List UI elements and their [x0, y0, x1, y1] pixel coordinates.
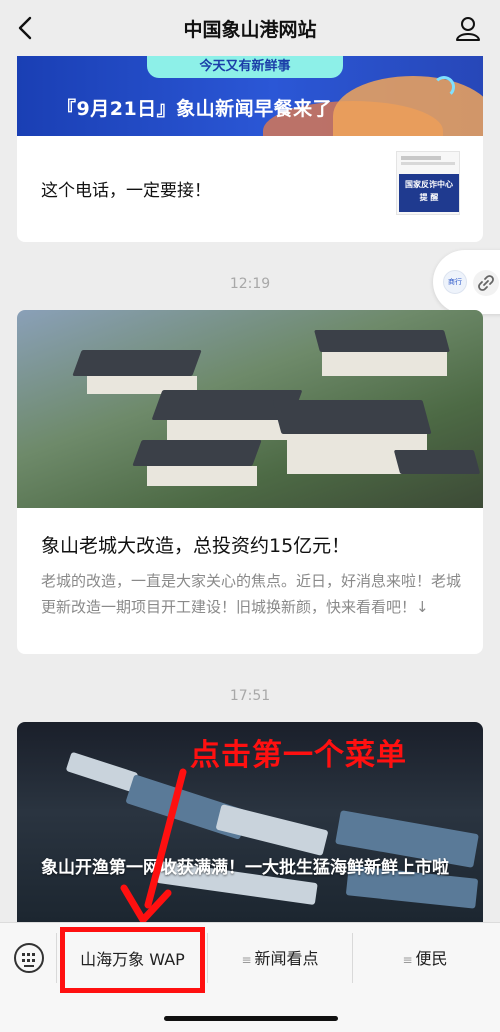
timestamp: 12:19 [229, 276, 271, 292]
home-indicator [164, 1016, 338, 1021]
floating-link-widget[interactable]: 商行 [433, 250, 500, 314]
anti-fraud-badge: 国家反诈中心 提 醒 [399, 174, 459, 212]
submenu-icon: ≡ [402, 953, 413, 967]
article-thumbnail[interactable]: 国家反诈中心 提 醒 [396, 151, 460, 215]
menu-item-label: 便民 [415, 949, 448, 968]
divider [56, 933, 57, 983]
article-title[interactable]: 象山老城大改造，总投资约15亿元！ [41, 531, 350, 558]
banner-image[interactable]: 今天又有新鲜事 『9月21日』象山新闻早餐来了 [17, 56, 483, 136]
menu-item-label: 山海万象 WAP [80, 950, 185, 969]
divider [352, 933, 353, 983]
article-card-news-breakfast[interactable]: 今天又有新鲜事 『9月21日』象山新闻早餐来了 这个电话，一定要接！ 国家反诈中… [17, 56, 483, 242]
article-card-old-town[interactable]: 象山老城大改造，总投资约15亿元！ 老城的改造，一直是大家关心的焦点。近日，好消… [17, 310, 483, 654]
article-title[interactable]: 象山开渔第一网收获满满！一大批生猛海鲜新鲜上市啦 [41, 854, 451, 882]
user-icon[interactable] [454, 14, 482, 42]
menu-item-news[interactable]: ≡ 新闻看点 [210, 935, 350, 983]
article-title[interactable]: 这个电话，一定要接！ [41, 176, 211, 201]
annotation-label: 点击第一个菜单 [190, 738, 407, 773]
menu-item-services[interactable]: ≡ 便民 [355, 935, 495, 983]
menu-item-shanhai-wap[interactable]: 山海万象 WAP [60, 927, 205, 993]
divider [207, 933, 208, 983]
decor-arc-icon [433, 76, 455, 98]
page-title: 中国象山港网站 [183, 19, 317, 41]
banner-pill-text: 今天又有新鲜事 [147, 56, 343, 78]
mini-program-icon: 商行 [443, 270, 467, 294]
keyboard-icon[interactable] [14, 943, 44, 973]
article-cover-image[interactable] [17, 310, 483, 508]
article-summary: 老城的改造，一直是大家关心的焦点。近日，好消息来啦！老城更新改造一期项目开工建设… [41, 572, 462, 616]
nav-bar: 中国象山港网站 [0, 0, 500, 56]
link-icon[interactable] [473, 270, 499, 296]
timestamp: 17:51 [229, 688, 271, 704]
banner-headline: 『9月21日』象山新闻早餐来了 [57, 98, 333, 120]
menu-item-label: 新闻看点 [254, 949, 319, 968]
submenu-icon: ≡ [241, 953, 252, 967]
